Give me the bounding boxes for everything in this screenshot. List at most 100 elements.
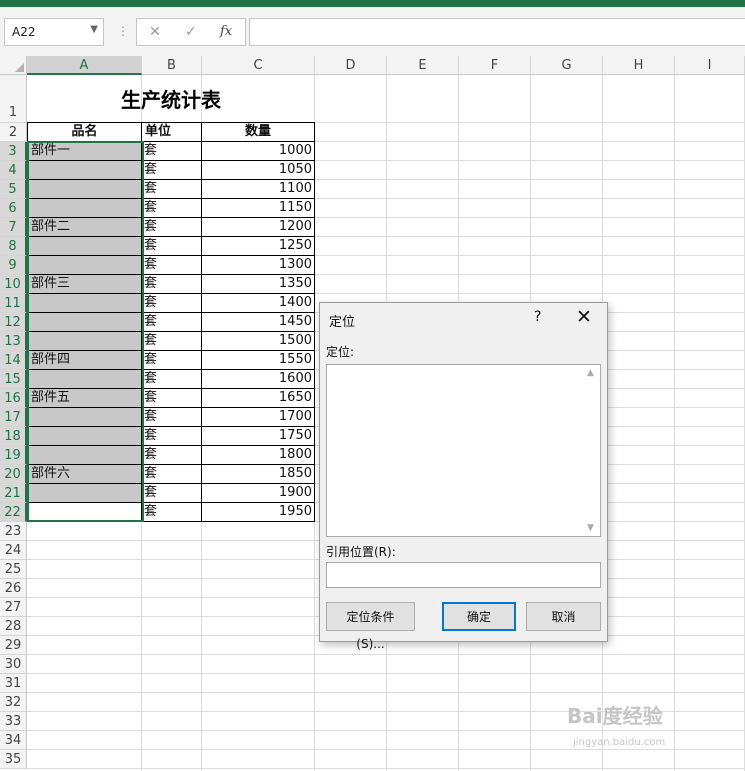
cell-b20[interactable]: 套: [144, 464, 200, 483]
cell-c16[interactable]: 1650: [202, 388, 312, 407]
select-all-corner[interactable]: [0, 56, 27, 75]
row-header-27[interactable]: 27: [0, 598, 27, 617]
column-header-i[interactable]: I: [675, 56, 745, 75]
cell-b8[interactable]: 套: [144, 236, 200, 255]
ok-button[interactable]: 确定: [442, 602, 516, 631]
row-header-5[interactable]: 5: [0, 180, 27, 199]
cell-b6[interactable]: 套: [144, 198, 200, 217]
cell-c11[interactable]: 1400: [202, 293, 312, 312]
cancel-icon[interactable]: ✕: [149, 24, 161, 40]
cell-c9[interactable]: 1300: [202, 255, 312, 274]
function-icon[interactable]: fx: [220, 24, 232, 39]
row-header-14[interactable]: 14: [0, 351, 27, 370]
row-header-33[interactable]: 33: [0, 712, 27, 731]
row-header-11[interactable]: 11: [0, 294, 27, 313]
row-header-3[interactable]: 3: [0, 142, 27, 161]
formula-input[interactable]: [249, 18, 745, 46]
row-header-16[interactable]: 16: [0, 389, 27, 408]
row-header-4[interactable]: 4: [0, 161, 27, 180]
goto-list[interactable]: ▲ ▼: [326, 364, 601, 537]
cell-c3[interactable]: 1000: [202, 141, 312, 160]
cell-b11[interactable]: 套: [144, 293, 200, 312]
row-header-2[interactable]: 2: [0, 123, 27, 142]
row-header-24[interactable]: 24: [0, 541, 27, 560]
row-header-31[interactable]: 31: [0, 674, 27, 693]
header-cell-unit[interactable]: 单位: [145, 122, 201, 141]
column-header-e[interactable]: E: [387, 56, 459, 75]
header-cell-name[interactable]: 品名: [28, 122, 141, 141]
scroll-up-icon[interactable]: ▲: [587, 368, 594, 378]
row-header-29[interactable]: 29: [0, 636, 27, 655]
column-header-g[interactable]: G: [531, 56, 603, 75]
check-icon[interactable]: ✓: [185, 24, 197, 40]
cell-c8[interactable]: 1250: [202, 236, 312, 255]
header-cell-qty[interactable]: 数量: [202, 122, 314, 141]
cell-c12[interactable]: 1450: [202, 312, 312, 331]
row-header-17[interactable]: 17: [0, 408, 27, 427]
row-header-32[interactable]: 32: [0, 693, 27, 712]
cell-b5[interactable]: 套: [144, 179, 200, 198]
row-header-6[interactable]: 6: [0, 199, 27, 218]
column-header-h[interactable]: H: [603, 56, 675, 75]
cell-b15[interactable]: 套: [144, 369, 200, 388]
name-box[interactable]: A22 ▼: [4, 18, 104, 46]
row-header-7[interactable]: 7: [0, 218, 27, 237]
cell-c7[interactable]: 1200: [202, 217, 312, 236]
cell-b9[interactable]: 套: [144, 255, 200, 274]
column-header-a[interactable]: A: [27, 56, 142, 75]
row-header-25[interactable]: 25: [0, 560, 27, 579]
row-header-1[interactable]: 1: [0, 75, 27, 123]
row-header-21[interactable]: 21: [0, 484, 27, 503]
row-header-23[interactable]: 23: [0, 522, 27, 541]
row-header-35[interactable]: 35: [0, 750, 27, 769]
list-scrollbar[interactable]: ▲ ▼: [585, 366, 599, 535]
cell-b3[interactable]: 套: [144, 141, 200, 160]
cell-b17[interactable]: 套: [144, 407, 200, 426]
cell-c13[interactable]: 1500: [202, 331, 312, 350]
cell-c20[interactable]: 1850: [202, 464, 312, 483]
column-header-f[interactable]: F: [459, 56, 531, 75]
row-header-13[interactable]: 13: [0, 332, 27, 351]
reference-input[interactable]: [326, 562, 601, 588]
cell-b16[interactable]: 套: [144, 388, 200, 407]
cell-b7[interactable]: 套: [144, 217, 200, 236]
scroll-down-icon[interactable]: ▼: [587, 523, 594, 533]
chevron-down-icon[interactable]: ▼: [90, 24, 98, 35]
cell-b18[interactable]: 套: [144, 426, 200, 445]
cell-b4[interactable]: 套: [144, 160, 200, 179]
cell-b13[interactable]: 套: [144, 331, 200, 350]
cancel-button[interactable]: 取消: [526, 602, 601, 631]
cell-b19[interactable]: 套: [144, 445, 200, 464]
cell-c4[interactable]: 1050: [202, 160, 312, 179]
cell-c15[interactable]: 1600: [202, 369, 312, 388]
cell-c19[interactable]: 1800: [202, 445, 312, 464]
cell-b21[interactable]: 套: [144, 483, 200, 502]
cell-c14[interactable]: 1550: [202, 350, 312, 369]
cell-b12[interactable]: 套: [144, 312, 200, 331]
cell-c17[interactable]: 1700: [202, 407, 312, 426]
column-header-c[interactable]: C: [202, 56, 315, 75]
row-header-20[interactable]: 20: [0, 465, 27, 484]
sheet-title[interactable]: 生产统计表: [28, 84, 314, 113]
cell-b10[interactable]: 套: [144, 274, 200, 293]
close-icon[interactable]: ✕: [576, 306, 592, 328]
row-header-18[interactable]: 18: [0, 427, 27, 446]
column-header-d[interactable]: D: [315, 56, 387, 75]
row-header-34[interactable]: 34: [0, 731, 27, 750]
cell-c18[interactable]: 1750: [202, 426, 312, 445]
goto-special-button[interactable]: 定位条件(S)...: [326, 602, 415, 651]
column-header-b[interactable]: B: [142, 56, 202, 75]
row-header-8[interactable]: 8: [0, 237, 27, 256]
cell-c5[interactable]: 1100: [202, 179, 312, 198]
cell-c22[interactable]: 1950: [202, 502, 312, 521]
cell-b14[interactable]: 套: [144, 350, 200, 369]
row-header-9[interactable]: 9: [0, 256, 27, 275]
cell-b22[interactable]: 套: [144, 502, 200, 521]
cell-c10[interactable]: 1350: [202, 274, 312, 293]
row-header-12[interactable]: 12: [0, 313, 27, 332]
row-header-10[interactable]: 10: [0, 275, 27, 294]
row-header-28[interactable]: 28: [0, 617, 27, 636]
cell-c6[interactable]: 1150: [202, 198, 312, 217]
row-header-30[interactable]: 30: [0, 655, 27, 674]
row-header-22[interactable]: 22: [0, 503, 27, 522]
